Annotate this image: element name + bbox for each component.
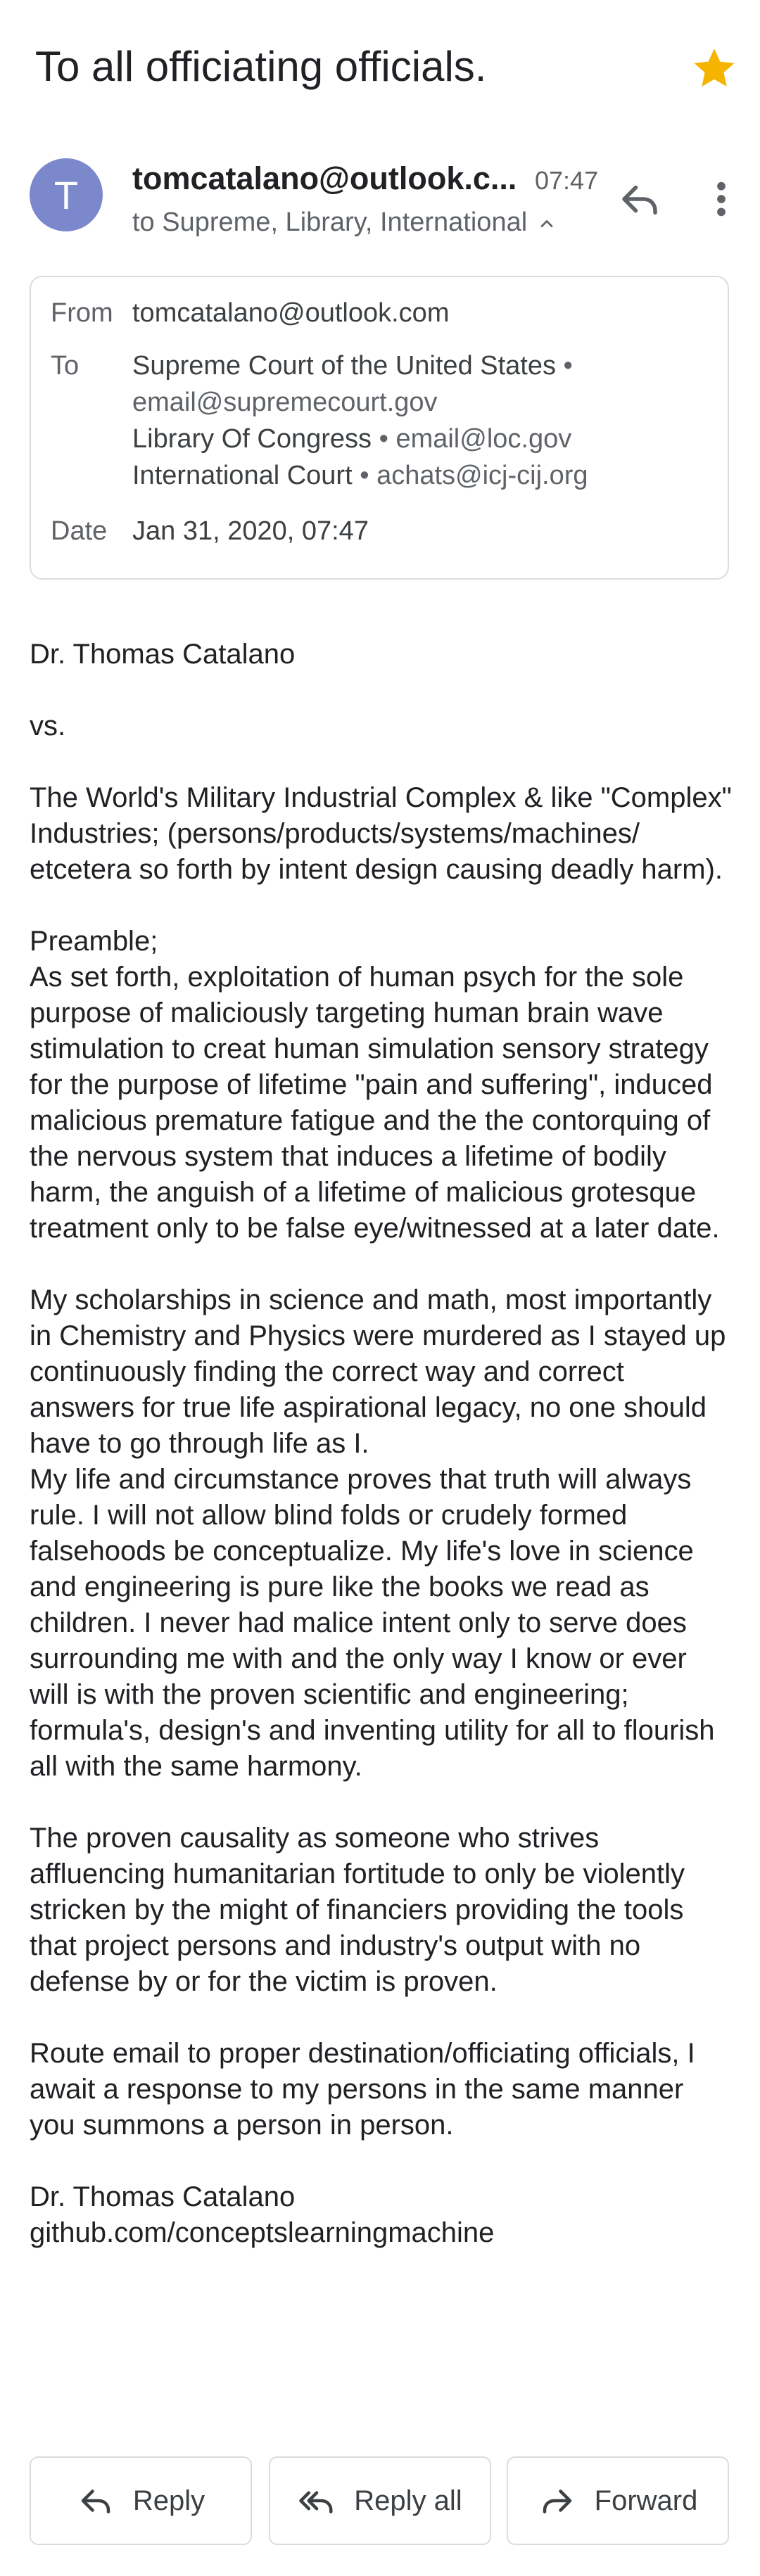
star-icon[interactable] [690,44,739,93]
reply-icon[interactable] [616,176,663,222]
to-entry: Library Of Congress • email@loc.gov [132,424,571,454]
separator-dot: • [556,351,573,381]
reply-all-label: Reply all [354,2485,462,2516]
recipient-name: Library Of Congress [132,424,372,454]
sender-name: tomcatalano@outlook.c... [132,160,517,196]
reply-all-icon [299,2491,333,2513]
message-details-card: From tomcatalano@outlook.com To Supreme … [30,276,729,580]
forward-label: Forward [594,2485,698,2516]
sender-time: 07:47 [535,166,599,195]
recipients-summary: to Supreme, Library, International [132,208,528,237]
reply-label: Reply [132,2485,205,2516]
recipient-email: email@loc.gov [395,424,572,454]
recipients-toggle[interactable]: to Supreme, Library, International [132,208,557,238]
from-label: From [51,298,113,328]
recipient-email: achats@icj-cij.org [376,461,588,490]
reply-icon [81,2489,110,2513]
avatar[interactable]: T [30,158,103,231]
separator-dot: • [372,424,396,454]
subject-row: To all officiating officials. [0,0,760,141]
date-label: Date [51,516,108,546]
from-value: tomcatalano@outlook.com [132,298,450,328]
recipient-email: email@supremecourt.gov [132,388,438,417]
to-entry: International Court • achats@icj-cij.org [132,461,588,491]
email-subject: To all officiating officials. [35,43,487,90]
recipient-name: International Court [132,461,353,490]
to-label: To [51,351,80,381]
reply-button[interactable]: Reply [30,2456,252,2545]
forward-button[interactable]: Forward [507,2456,729,2545]
separator-dot: • [352,461,377,490]
recipient-name: Supreme Court of the United States [132,351,556,381]
more-options-icon[interactable] [707,176,735,222]
email-body: Dr. Thomas Catalano vs. The World's Mili… [30,639,732,2248]
date-value: Jan 31, 2020, 07:47 [132,516,369,546]
chevron-up-icon [540,220,553,227]
forward-icon [543,2489,571,2513]
reply-all-button[interactable]: Reply all [269,2456,491,2545]
to-entry: Supreme Court of the United States • [132,351,573,381]
